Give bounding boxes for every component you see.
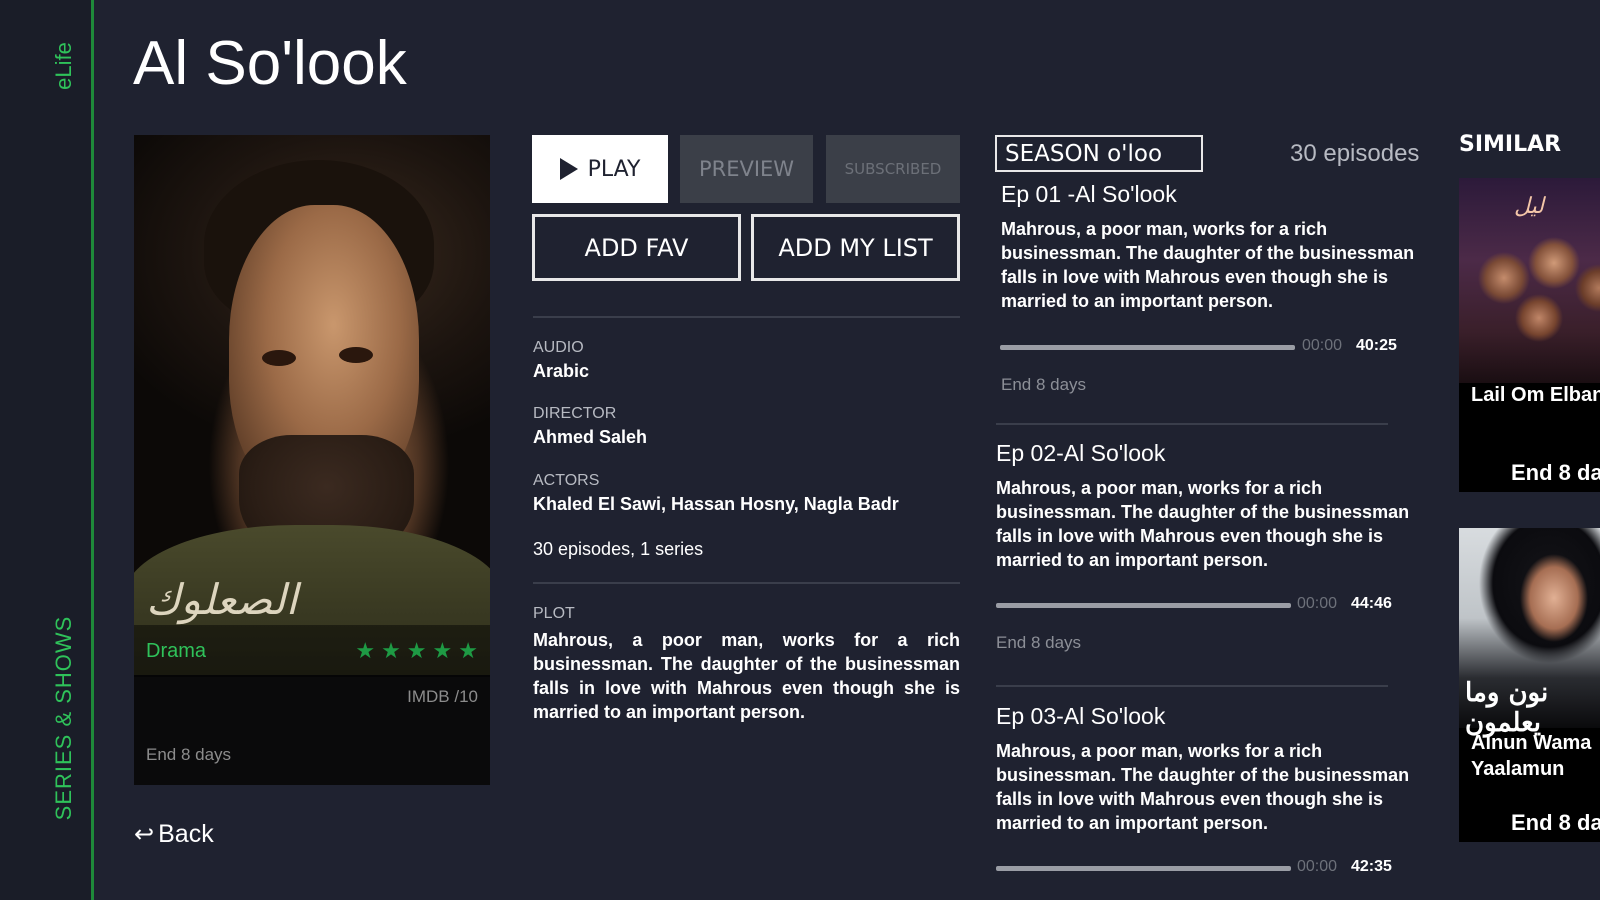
episode-start-time: 00:00 [1302,337,1343,354]
brand-logo[interactable]: eLife [51,42,77,90]
audio-value: Arabic [533,361,590,381]
availability-end: End 8 days [146,745,232,764]
rail-divider [91,0,94,900]
episode-start-time: 00:00 [1297,595,1338,612]
episode-progress-bar[interactable] [996,603,1291,608]
plot-text: Mahrous, a poor man, works for a rich bu… [533,630,960,722]
star-icon: ★ [406,638,427,663]
episode-description: Mahrous, a poor man, works for a rich bu… [996,741,1410,833]
page-title: Al So'look [133,29,407,98]
imdb-rating: IMDB /10 [407,687,478,706]
similar-logo: نون وما يعلمون [1465,678,1549,738]
star-icon: ★ [355,638,376,663]
episode-separator [996,685,1388,687]
similar-thumbnail: نون وما يعلمون [1459,528,1600,738]
preview-button[interactable]: PREVIEW [680,135,813,203]
play-label: PLAY [587,156,641,182]
back-button[interactable]: ↩ Back [134,820,214,849]
director-value: Ahmed Saleh [533,427,648,447]
episode-description: Mahrous, a poor man, works for a rich bu… [996,478,1410,570]
episode-duration: 44:46 [1351,595,1392,612]
similar-title: Lail Om Elban [1471,384,1600,406]
similar-heading: SIMILAR [1459,132,1562,157]
episode-start-time: 00:00 [1297,858,1338,875]
similar-availability: End 8 da [1511,460,1600,485]
episode-item[interactable]: Ep 01 -Al So'look Mahrous, a poor man, w… [1001,181,1421,313]
episode-summary: 30 episodes, 1 series [533,539,704,559]
genre-label: Drama [146,640,207,662]
episode-progress-bar[interactable] [996,866,1291,871]
star-icon: ★ [458,638,478,663]
similar-card[interactable]: ليل Lail Om Elban End 8 da [1459,178,1600,492]
poster-calligraphy: الصعلوك [146,575,298,624]
episode-title: Ep 01 -Al So'look [1001,181,1177,207]
rating-stars: ★ ★ ★ ★ ★ [355,640,478,662]
episode-description: Mahrous, a poor man, works for a rich bu… [1001,219,1415,311]
divider [533,316,960,318]
audio-label: AUDIO [533,339,584,356]
similar-card[interactable]: نون وما يعلمون Alnun Wama Yaalamun End 8… [1459,528,1600,842]
episode-item[interactable]: Ep 03-Al So'look Mahrous, a poor man, wo… [996,703,1416,835]
side-rail [0,0,91,900]
star-icon: ★ [432,638,453,663]
season-select[interactable]: SEASON o'loo [995,135,1203,172]
episodes-count: 30 episodes [1290,140,1420,167]
similar-logo: ليل [1514,194,1545,219]
star-icon: ★ [381,638,401,663]
episode-title: Ep 03-Al So'look [996,703,1166,729]
episode-duration: 40:25 [1356,337,1397,354]
play-button[interactable]: PLAY [532,135,668,203]
episode-item[interactable]: Ep 02-Al So'look Mahrous, a poor man, wo… [996,440,1416,572]
episode-availability: End 8 days [1001,375,1087,394]
episode-availability: End 8 days [996,633,1082,652]
similar-title: Alnun Wama [1471,732,1592,754]
actors-label: ACTORS [533,472,600,489]
episode-progress-bar[interactable] [1000,345,1295,350]
similar-availability: End 8 da [1511,810,1600,835]
episode-title: Ep 02-Al So'look [996,440,1166,466]
divider [533,582,960,584]
back-arrow-icon: ↩ [134,821,155,848]
episode-duration: 42:35 [1351,858,1392,875]
plot-label: PLOT [533,605,575,622]
similar-title: Yaalamun [1471,758,1565,780]
similar-thumbnail: ليل [1459,178,1600,383]
poster-image: الصعلوك [134,135,490,675]
poster-card: الصعلوك Drama ★ ★ ★ ★ ★ IMDB /10 End 8 days [134,135,490,785]
director-label: DIRECTOR [533,405,617,422]
add-fav-button[interactable]: ADD FAV [532,214,741,281]
play-icon [559,158,578,180]
nav-section-series-shows[interactable]: SERIES & SHOWS [51,616,77,821]
actors-value: Khaled El Sawi, Hassan Hosny, Nagla Badr [533,494,899,514]
app-root: eLife SERIES & SHOWS Al So'look الصعلوك … [0,0,1600,900]
episode-separator [996,423,1388,425]
back-label: Back [158,820,214,848]
add-my-list-button[interactable]: ADD MY LIST [751,214,960,281]
subscribed-button[interactable]: SUBSCRIBED [826,135,960,203]
